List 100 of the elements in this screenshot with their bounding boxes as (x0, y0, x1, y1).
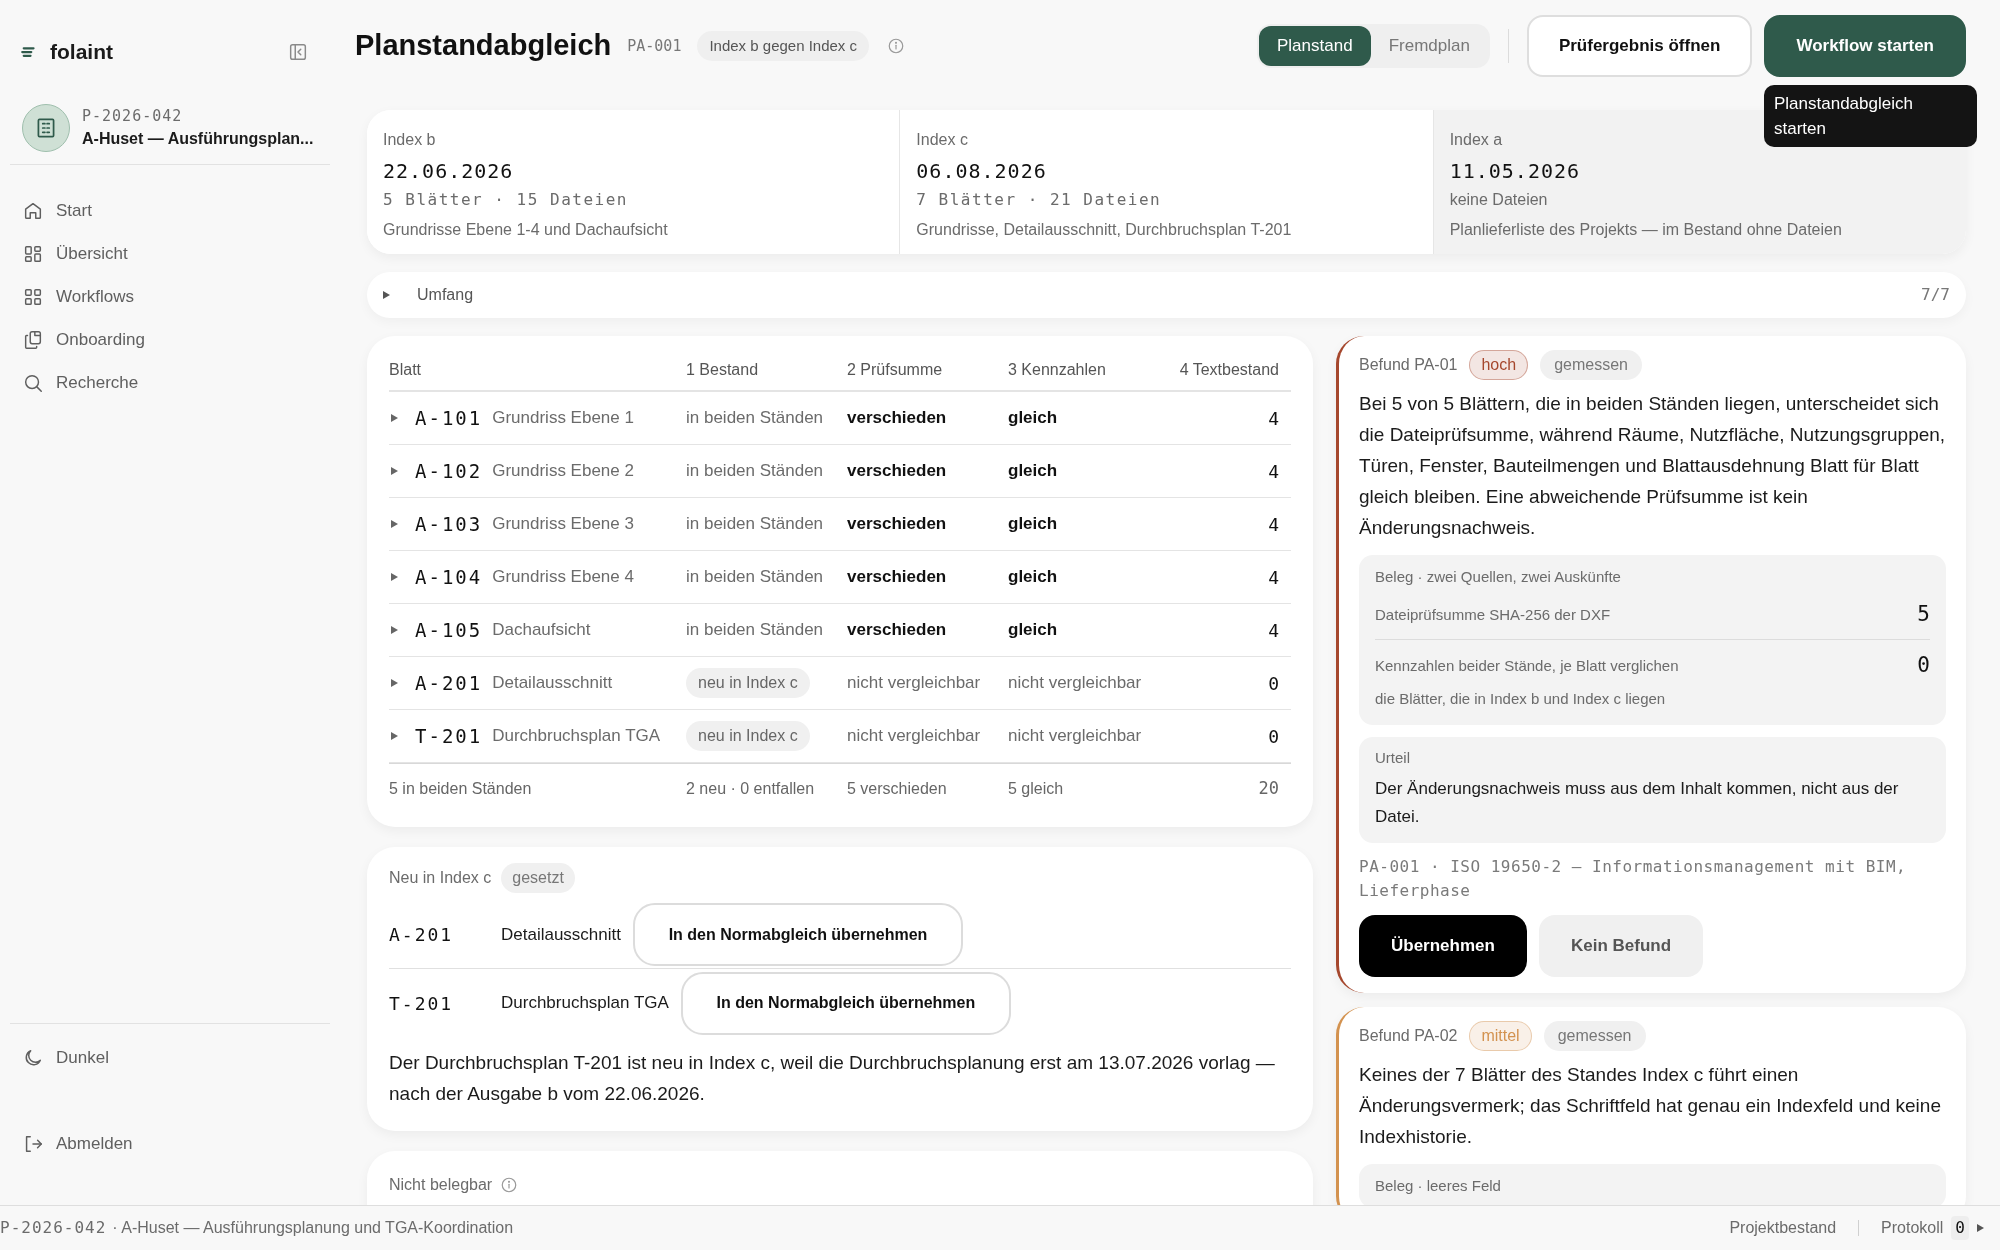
expand-caret-icon[interactable] (391, 467, 398, 475)
copy-icon (22, 328, 44, 351)
finding-text: Keines der 7 Blätter des Standes Index c führt einen Änderungsvermerk; das Schriftfeld hat genau ein Indexfeld und keine Indexhistorie. (1359, 1063, 1942, 1149)
evidence-value: 5 (1917, 601, 1930, 629)
evidence-label: Dateiprüfsumme SHA-256 der DXF (1375, 604, 1612, 625)
project-name: A-Huset — Ausführungsplan... (82, 129, 314, 150)
expand-caret-icon[interactable] (391, 679, 398, 687)
table-cell-text: verschieden (847, 407, 948, 430)
tooltip: Planstandabgleich starten (1764, 85, 1977, 147)
table-cell-text: 4 (1267, 512, 1280, 537)
nav-item[interactable]: Abmelden (10, 1122, 330, 1165)
column-header: 4 Textbestand (1178, 360, 1280, 380)
caret-icon[interactable] (383, 291, 390, 299)
evidence-title: Beleg · zwei Quellen, zwei Auskünfte (1375, 568, 1621, 585)
status-link[interactable]: Projektbestand (1729, 1216, 1837, 1240)
table-cell-text: verschieden (847, 619, 948, 642)
table-cell-text: nicht vergleichbar (847, 672, 982, 695)
index-date: 22.06.2026 (383, 158, 515, 185)
table-cell-text: nicht vergleichbar (1008, 725, 1143, 748)
section-title: Nicht belegbar (389, 1175, 493, 1195)
accept-button[interactable]: Übernehmen (1359, 915, 1527, 977)
scope-toggle[interactable]: Umfang 7/7 (367, 272, 1966, 318)
status-project-code: P-2026-042 (0, 1217, 107, 1239)
open-result-button[interactable]: Prüfergebnis öffnen (1526, 15, 1753, 77)
comparison-badge: Index b gegen Index c (697, 30, 870, 62)
sheet-name: Grundriss Ebene 3 (492, 513, 634, 536)
nav-item[interactable]: Onboarding (10, 318, 330, 361)
nav-item[interactable]: Workflows (10, 275, 330, 318)
segment-tab[interactable]: Planstand (1259, 26, 1371, 66)
expand-caret-icon[interactable] (391, 732, 398, 740)
table-cell-text: 4 (1267, 618, 1280, 643)
method-tag: gemessen (1543, 1021, 1646, 1051)
nav-item[interactable]: Dunkel (10, 1036, 330, 1079)
table-cell-text: gleich (1008, 513, 1059, 536)
segment-tab[interactable]: Fremdplan (1370, 26, 1488, 66)
evidence-label: Kennzahlen beider Stände, je Blatt verglichen (1375, 655, 1680, 676)
index-file-count: 5 Blätter · 15 Dateien (383, 189, 629, 211)
table-cell-text: verschieden (847, 460, 948, 483)
severity-badge: hoch (1469, 350, 1529, 380)
index-label: Index c (916, 130, 968, 150)
project-code: P-2026-042 (82, 105, 184, 127)
summary-cell-text: 5 gleich (1008, 778, 1065, 799)
sheet-code: A-105 (415, 617, 483, 643)
index-date: 06.08.2026 (916, 158, 1048, 185)
workflow-button[interactable]: Workflow starten (1764, 15, 1966, 77)
table-cell-text: nicht vergleichbar (847, 725, 982, 748)
sheet-name: Grundriss Ebene 4 (492, 566, 634, 589)
nav-item[interactable]: Start (10, 189, 330, 232)
dismiss-button[interactable]: Kein Befund (1538, 915, 1704, 977)
table-cell-text: verschieden (847, 566, 948, 589)
evidence-note: die Blätter, die in Index b und Index c liegen (1375, 689, 1667, 709)
workflow-code: PA-001 (627, 35, 682, 57)
expand-caret-icon[interactable] (391, 520, 398, 528)
sheet-name: Dachaufsicht (492, 619, 591, 642)
note-text: Der Durchbruchsplan T-201 ist neu in Index c, weil die Durchbruchsplanung erst am 13.07.2026 vorlag — nach der Ausgabe b vom 22.06.2026. (389, 1051, 1276, 1106)
log-count: 0 (1951, 1216, 1969, 1240)
sheet-code: A-201 (389, 923, 455, 947)
finding-title: Befund PA-02 (1359, 1026, 1458, 1046)
reference-text: PA-001 · ISO 19650-2 — Informationsmanagement mit BIM, Lieferphase (1359, 856, 1908, 902)
table-cell-text: nicht vergleichbar (1008, 672, 1143, 695)
sheet-code: A-101 (415, 405, 483, 431)
table-cell-text: verschieden (847, 513, 948, 536)
table-cell: in beiden Ständen (686, 567, 824, 587)
page-title: Planstandabgleich (355, 28, 612, 64)
adopt-button[interactable]: In den Normabgleich übernehmen (633, 903, 963, 966)
nav-item[interactable]: Recherche (10, 361, 330, 404)
table-cell: in beiden Ständen (686, 408, 824, 428)
status-tag: gesetzt (501, 863, 575, 893)
sheet-code: A-103 (415, 511, 483, 537)
evidence-value: 0 (1917, 652, 1930, 680)
finding-text: Bei 5 von 5 Blättern, die in beiden Ständen liegen, unterscheidet sich die Dateiprüfsumme, während Räume, Nutzfläche, Nutzungsgruppen, Türen, Fenster, Bauteilmengen und Blattausdehnung Blatt für Blatt gleich bleiben. Eine abweichende Prüfsumme ist kein Änderungsnachweis. (1359, 392, 1946, 540)
table-cell-text: 4 (1267, 459, 1280, 484)
sheet-code: A-104 (415, 564, 483, 590)
summary-cell-text: 20 (1257, 776, 1280, 800)
finding-title: Befund PA-01 (1359, 355, 1458, 375)
adopt-button[interactable]: In den Normabgleich übernehmen (680, 971, 1011, 1035)
sheet-code: A-102 (415, 458, 483, 484)
scope-count: 7/7 (1921, 284, 1950, 306)
nav-item[interactable]: Übersicht (10, 232, 330, 275)
summary-cell-text: 2 neu · 0 entfallen (686, 778, 816, 799)
table-cell-text: gleich (1008, 407, 1059, 430)
severity-badge: mittel (1469, 1021, 1532, 1051)
verdict-text: Der Änderungsnachweis muss aus dem Inhalt kommen, nicht aus der Datei. (1375, 778, 1900, 828)
table-cell-text: 4 (1267, 565, 1280, 590)
sheet-name: Detailausschnitt (501, 923, 621, 946)
index-date: 11.05.2026 (1449, 158, 1582, 185)
expand-caret-icon[interactable] (391, 626, 398, 634)
summary-cell-text: 5 verschieden (847, 778, 948, 799)
column-header: 3 Kennzahlen (1008, 360, 1107, 380)
status-link[interactable]: Protokoll (1881, 1216, 1944, 1240)
sheet-code: T-201 (415, 723, 483, 749)
expand-caret-icon[interactable] (391, 573, 398, 581)
expand-caret-icon[interactable] (391, 414, 398, 422)
table-cell-text: gleich (1008, 460, 1059, 483)
summary-cell-text: 5 in beiden Ständen (389, 778, 533, 799)
column-header: 2 Prüfsumme (847, 360, 944, 380)
status-badge: neu in Index c (686, 721, 810, 751)
table-cell-text: 0 (1267, 671, 1280, 696)
sheet-code: T-201 (389, 991, 455, 1016)
expand-log-button[interactable] (1977, 1224, 1984, 1232)
